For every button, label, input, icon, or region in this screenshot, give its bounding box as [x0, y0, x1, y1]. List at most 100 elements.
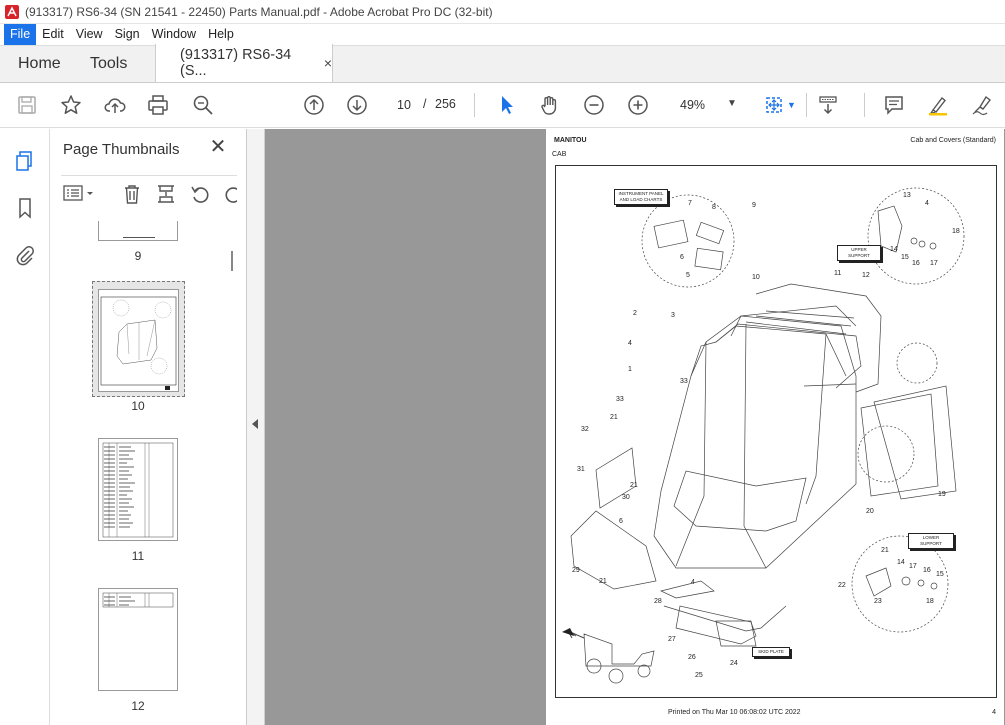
- zoom-value: 49%: [680, 98, 706, 112]
- thumbnail-toolbar: [61, 175, 237, 207]
- callout-number: 8: [712, 204, 716, 211]
- page-thumbnails-icon[interactable]: [13, 149, 37, 173]
- toolbar-divider: [474, 93, 475, 117]
- callout-number: 26: [688, 654, 696, 661]
- attachments-icon[interactable]: [13, 243, 37, 267]
- comment-icon[interactable]: [882, 93, 906, 117]
- thumbnail-page-10-selected[interactable]: [92, 281, 185, 397]
- delete-page-icon[interactable]: [121, 183, 143, 208]
- callout-number: 28: [654, 598, 662, 605]
- callout-number: 15: [901, 254, 909, 261]
- tab-home[interactable]: Home: [0, 45, 70, 82]
- highlight-pen-icon[interactable]: [926, 93, 950, 117]
- pdf-page: MANITOU CAB Cab and Covers (Standard) IN…: [546, 129, 1004, 725]
- callout-number: 14: [897, 559, 905, 566]
- toolbar-divider: [806, 93, 807, 117]
- title-bar: (913317) RS6-34 (SN 21541 - 22450) Parts…: [0, 0, 1005, 24]
- callout-number: 6: [680, 254, 684, 261]
- callout-number: 31: [577, 466, 585, 473]
- zoom-in-icon[interactable]: [626, 93, 650, 117]
- label-skid-plate: SKID PLATE: [752, 647, 790, 657]
- scroll-mode-icon[interactable]: [816, 93, 840, 117]
- callout-number: 18: [952, 228, 960, 235]
- close-icon[interactable]: ✕: [209, 137, 227, 157]
- bookmark-star-icon[interactable]: [59, 93, 83, 117]
- thumbnail-label-10: 10: [131, 399, 145, 413]
- callout-number: 13: [903, 192, 911, 199]
- fit-page-icon[interactable]: [762, 93, 786, 117]
- callout-number: 17: [930, 260, 938, 267]
- pdf-page-number: 4: [992, 709, 996, 716]
- pdf-header-section: CAB: [552, 151, 567, 158]
- callout-number: 33: [616, 396, 624, 403]
- callout-number: 30: [622, 494, 630, 501]
- menu-help[interactable]: Help: [202, 24, 240, 45]
- callout-number: 27: [668, 636, 676, 643]
- bookmarks-icon[interactable]: [13, 196, 37, 220]
- tab-close-icon[interactable]: ×: [324, 55, 332, 71]
- sign-pen-icon[interactable]: [970, 93, 994, 117]
- thumbnail-page-9[interactable]: [98, 221, 178, 241]
- panel-title: Page Thumbnails: [63, 141, 180, 158]
- callout-number: 20: [866, 508, 874, 515]
- panel-collapse-handle[interactable]: [247, 129, 265, 725]
- document-view[interactable]: MANITOU CAB Cab and Covers (Standard) IN…: [265, 129, 1005, 725]
- callout-number: 21: [610, 414, 618, 421]
- page-number-input[interactable]: [390, 92, 418, 118]
- hand-tool-icon[interactable]: [538, 93, 562, 117]
- next-page-icon[interactable]: [345, 93, 369, 117]
- page-thumbnails-panel: Page Thumbnails ✕ 9 10 11 12: [51, 129, 247, 725]
- rotate-cw-icon[interactable]: [223, 183, 237, 208]
- zoom-dropdown[interactable]: 49% ▼: [672, 92, 744, 118]
- callout-number: 23: [874, 598, 882, 605]
- tab-document[interactable]: (913317) RS6-34 (S... ×: [155, 44, 333, 82]
- callout-number: 18: [926, 598, 934, 605]
- thumbnail-label-12: 12: [131, 699, 145, 713]
- previous-page-icon[interactable]: [302, 93, 326, 117]
- callout-number: 16: [923, 567, 931, 574]
- callout-number: 3: [671, 312, 675, 319]
- menu-window[interactable]: Window: [146, 24, 202, 45]
- pdf-header-brand: MANITOU: [554, 137, 587, 144]
- page-separator: /: [423, 97, 427, 111]
- menu-edit[interactable]: Edit: [36, 24, 70, 45]
- callout-number: 14: [890, 246, 898, 253]
- window-title: (913317) RS6-34 (SN 21541 - 22450) Parts…: [25, 4, 493, 19]
- tab-document-label: (913317) RS6-34 (S...: [180, 47, 292, 79]
- callout-number: 21: [599, 578, 607, 585]
- thumbnail-options-icon[interactable]: [63, 184, 95, 205]
- pdf-header-title: Cab and Covers (Standard): [910, 137, 996, 144]
- label-upper-support: UPPER SUPPORT: [837, 245, 881, 261]
- zoom-out-icon[interactable]: [582, 93, 606, 117]
- callout-number: 25: [695, 672, 703, 679]
- callout-number: 6: [619, 518, 623, 525]
- fit-page-chevron-icon[interactable]: ▼: [787, 100, 796, 110]
- menu-sign[interactable]: Sign: [109, 24, 146, 45]
- menu-view[interactable]: View: [70, 24, 109, 45]
- search-zoom-icon[interactable]: [191, 93, 215, 117]
- tab-bar: Home Tools (913317) RS6-34 (S... ×: [0, 44, 1005, 83]
- callout-number: 5: [686, 272, 690, 279]
- cab-exploded-diagram: [562, 187, 965, 684]
- thumbnail-page-12[interactable]: [98, 588, 178, 691]
- thumbnail-page-11[interactable]: [98, 438, 178, 541]
- thumbnail-scrollbar[interactable]: [228, 221, 236, 721]
- print-icon[interactable]: [146, 93, 170, 117]
- callout-number: 33: [680, 378, 688, 385]
- parts-diagram-frame: INSTRUMENT PANEL AND LOAD CHARTS UPPER S…: [555, 165, 997, 698]
- rotate-ccw-icon[interactable]: [189, 183, 211, 208]
- select-cursor-icon[interactable]: [494, 93, 518, 117]
- extract-page-icon[interactable]: [155, 183, 177, 208]
- menu-file[interactable]: File: [4, 24, 37, 45]
- tab-tools[interactable]: Tools: [70, 45, 155, 82]
- callout-number: 21: [881, 547, 889, 554]
- scrollbar-handle[interactable]: [231, 251, 233, 271]
- callout-number: 4: [925, 200, 929, 207]
- main-toolbar: / 256 49% ▼ ▼: [0, 83, 1005, 128]
- collapse-arrow-icon: [252, 419, 258, 429]
- callout-number: 9: [752, 202, 756, 209]
- save-icon[interactable]: [15, 93, 39, 117]
- callout-number: 15: [936, 571, 944, 578]
- upload-cloud-icon[interactable]: [103, 93, 127, 117]
- thumbnail-table-preview: [102, 442, 174, 538]
